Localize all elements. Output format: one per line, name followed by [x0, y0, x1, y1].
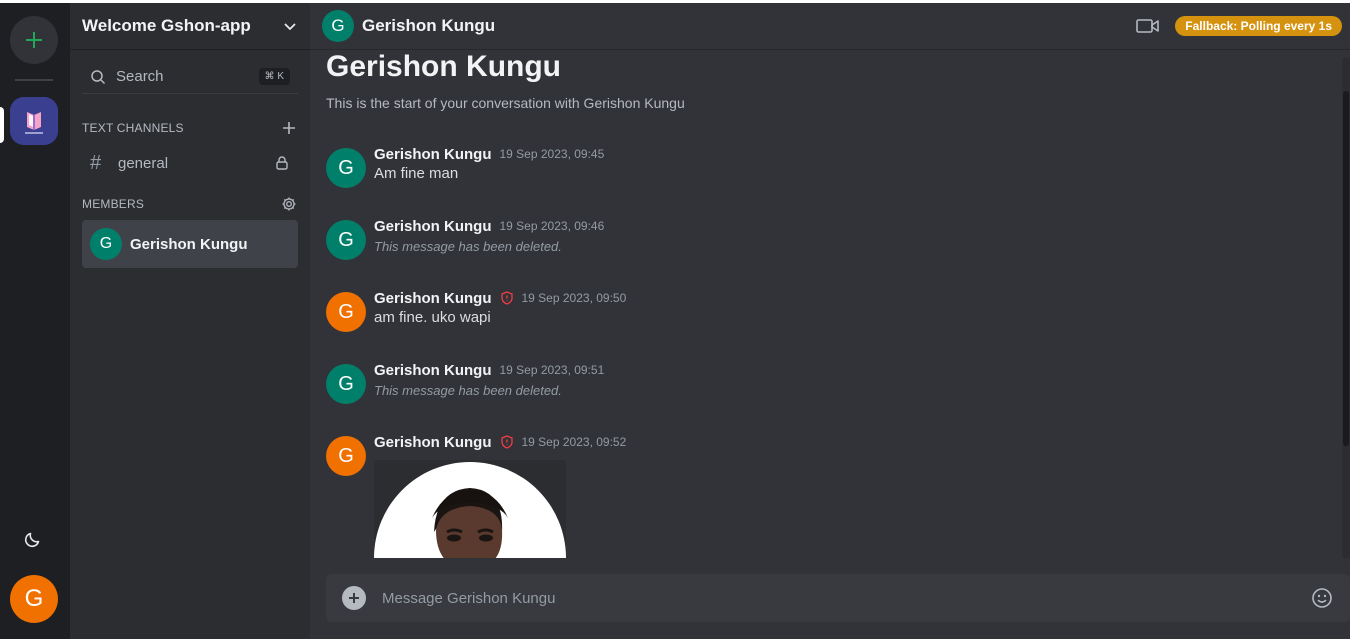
- smile-icon: [1312, 588, 1332, 608]
- plus-icon: [283, 122, 295, 134]
- book-logo: [10, 97, 58, 145]
- message-avatar[interactable]: G: [326, 364, 366, 404]
- message-author[interactable]: Gerishon Kungu: [374, 434, 492, 451]
- rail-divider: [15, 79, 53, 81]
- message-author[interactable]: Gerishon Kungu: [374, 290, 492, 307]
- message-item: G Gerishon Kungu 19 Sep 2023, 09:46 This…: [326, 216, 1326, 260]
- message-text: Am fine man: [374, 165, 459, 182]
- hash-icon: #: [90, 151, 102, 174]
- emoji-picker-button[interactable]: [1310, 586, 1334, 610]
- message-author[interactable]: Gerishon Kungu: [374, 146, 492, 163]
- message-avatar[interactable]: G: [326, 436, 366, 476]
- plus-icon: [349, 593, 359, 603]
- video-call-button[interactable]: [1135, 16, 1161, 36]
- member-item[interactable]: G Gerishon Kungu: [82, 220, 298, 268]
- chat-title: Gerishon Kungu: [362, 16, 496, 35]
- video-icon: [1136, 19, 1160, 33]
- deleted-message-text: This message has been deleted.: [374, 383, 562, 398]
- attach-file-button[interactable]: [342, 586, 366, 610]
- search-shortcut: ⌘ K: [258, 68, 290, 85]
- message-timestamp: 19 Sep 2023, 09:50: [521, 291, 627, 305]
- server-icon[interactable]: [10, 97, 58, 145]
- message-avatar[interactable]: G: [326, 292, 366, 332]
- message-timestamp: 19 Sep 2023, 09:51: [499, 363, 605, 377]
- conversation-title: Gerishon Kungu: [326, 50, 561, 83]
- manage-members-button[interactable]: [280, 195, 298, 213]
- conversation-subtitle: This is the start of your conversation w…: [326, 95, 685, 111]
- chat-panel: G Gerishon Kungu Fallback: Polling every…: [310, 3, 1350, 639]
- message-author[interactable]: Gerishon Kungu: [374, 218, 492, 235]
- message-item: G Gerishon Kungu 19 Sep 2023, 09:50 am f…: [326, 288, 1326, 332]
- message-item: G Gerishon Kungu 19 Sep 2023, 09:51 This…: [326, 360, 1326, 404]
- member-name: Gerishon Kungu: [130, 235, 248, 253]
- member-avatar: G: [90, 228, 122, 260]
- user-avatar-initial: G: [24, 585, 44, 612]
- search-icon: [91, 69, 106, 84]
- message-input[interactable]: [382, 589, 1310, 607]
- message-item: G Gerishon Kungu 19 Sep 2023, 09:52: [326, 432, 1326, 558]
- message-scrollbar[interactable]: [1342, 58, 1350, 558]
- add-server-button[interactable]: [10, 16, 58, 64]
- message-composer: [326, 574, 1350, 622]
- members-title: MEMBERS: [82, 197, 145, 211]
- app-window: G Welcome Gshon-app Search ⌘ K TEXT CHAN…: [0, 3, 1350, 639]
- server-name: Welcome Gshon-app: [82, 16, 251, 35]
- text-channels-title: TEXT CHANNELS: [82, 121, 184, 135]
- chevron-down-icon: [284, 23, 296, 31]
- deleted-message-text: This message has been deleted.: [374, 239, 562, 254]
- channel-sidebar: Welcome Gshon-app Search ⌘ K TEXT CHANNE…: [70, 3, 310, 639]
- message-author[interactable]: Gerishon Kungu: [374, 362, 492, 379]
- lock-icon: [276, 156, 288, 170]
- message-avatar[interactable]: G: [326, 220, 366, 260]
- text-channels-header: TEXT CHANNELS: [82, 118, 298, 138]
- create-channel-button[interactable]: [280, 119, 298, 137]
- user-avatar[interactable]: G: [10, 575, 58, 623]
- chat-header: G Gerishon Kungu Fallback: Polling every…: [310, 3, 1350, 50]
- gear-icon: [282, 197, 296, 211]
- scrollbar-thumb[interactable]: [1343, 91, 1349, 446]
- shield-alert-icon: [500, 435, 514, 449]
- message-list: Gerishon Kungu This is the start of your…: [310, 50, 1350, 558]
- channel-item-general[interactable]: # general: [82, 148, 298, 178]
- message-text: am fine. uko wapi: [374, 309, 491, 326]
- profile-photo: [374, 460, 566, 558]
- shield-alert-icon: [500, 291, 514, 305]
- header-avatar: G: [322, 10, 354, 42]
- search-button[interactable]: Search ⌘ K: [82, 60, 298, 94]
- message-timestamp: 19 Sep 2023, 09:45: [499, 147, 605, 161]
- members-header: MEMBERS: [82, 194, 298, 214]
- search-label: Search: [116, 68, 164, 85]
- message-timestamp: 19 Sep 2023, 09:52: [521, 435, 627, 449]
- fallback-status-badge: Fallback: Polling every 1s: [1175, 16, 1342, 36]
- theme-toggle[interactable]: [20, 526, 46, 552]
- message-timestamp: 19 Sep 2023, 09:46: [499, 219, 605, 233]
- server-rail: G: [0, 3, 70, 639]
- message-avatar[interactable]: G: [326, 148, 366, 188]
- image-attachment[interactable]: [374, 460, 566, 558]
- plus-icon: [26, 32, 42, 48]
- moon-icon: [24, 532, 40, 548]
- message-item: G Gerishon Kungu 19 Sep 2023, 09:45 Am f…: [326, 144, 1326, 188]
- server-header[interactable]: Welcome Gshon-app: [70, 3, 310, 50]
- channel-name: general: [118, 154, 169, 172]
- active-server-indicator: [0, 107, 4, 143]
